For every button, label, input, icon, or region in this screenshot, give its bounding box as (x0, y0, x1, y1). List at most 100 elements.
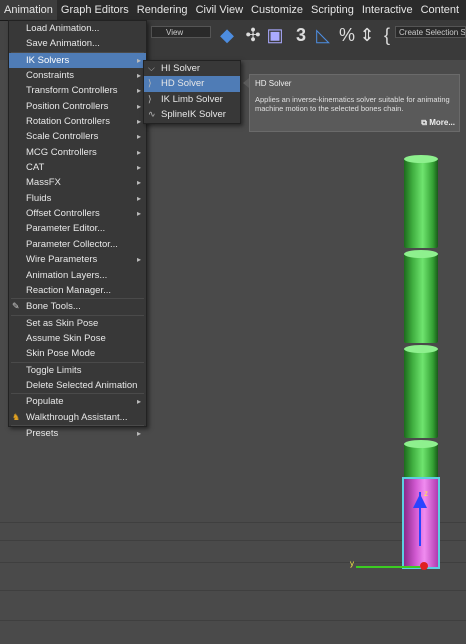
menu-item-label: Offset Controllers (26, 208, 100, 220)
menu-item-set-as-skin-pose[interactable]: Set as Skin Pose (9, 316, 146, 331)
menu-item-label: Toggle Limits (26, 364, 82, 376)
submenu-arrow-icon: ▸ (136, 117, 141, 127)
bone-segment[interactable] (404, 155, 438, 248)
menubar-item-civil-view[interactable]: Civil View (192, 0, 247, 20)
percent-snap-icon[interactable]: % (337, 25, 357, 45)
menu-item-label: MCG Controllers (26, 146, 97, 158)
grid-line (0, 590, 466, 591)
submenu-item-splineik-solver[interactable]: ∿ SplineIK Solver (144, 107, 240, 122)
grid-line (0, 620, 466, 621)
menu-item-label: Presets (26, 427, 59, 439)
gizmo-y-axis[interactable] (356, 566, 420, 568)
pivot-icon[interactable]: ✣ (243, 25, 263, 45)
menubar-item-animation[interactable]: Animation (0, 0, 57, 20)
submenu-arrow-icon: ▸ (136, 132, 141, 142)
menu-item-scale-controllers[interactable]: Scale Controllers ▸ (9, 129, 146, 144)
menu-item-ik-solvers[interactable]: IK Solvers ▸ (9, 52, 146, 69)
submenu-item-hd-solver[interactable]: ⟩ HD Solver (144, 76, 240, 92)
menubar-item-customize[interactable]: Customize (247, 0, 307, 20)
menu-item-label: Scale Controllers (26, 131, 99, 143)
bone-segment[interactable] (404, 250, 438, 343)
submenu-item-label: HD Solver (161, 78, 205, 90)
view-dropdown[interactable]: View (151, 26, 211, 38)
menu-item-animation-layers[interactable]: Animation Layers... (9, 268, 146, 283)
create-selection-set-field[interactable]: Create Selection Set (395, 26, 466, 38)
submenu-arrow-icon: ▸ (136, 178, 141, 188)
ik-limb-icon: ⟩ (148, 93, 152, 104)
menu-item-walkthrough-assistant[interactable]: ♞ Walkthrough Assistant... (9, 410, 146, 425)
menu-item-cat[interactable]: CAT ▸ (9, 160, 146, 175)
bone-segment[interactable] (404, 345, 438, 438)
spline-ik-icon: ∿ (148, 109, 156, 120)
menu-item-position-controllers[interactable]: Position Controllers ▸ (9, 99, 146, 114)
grid-line (0, 540, 466, 541)
main-menubar: Animation Graph Editors Rendering Civil Vie… (0, 0, 466, 21)
menu-item-label: Populate (26, 396, 64, 408)
tooltip-title: HD Solver (255, 79, 292, 88)
menu-item-populate[interactable]: Populate ▸ (9, 394, 146, 409)
walkthrough-icon: ♞ (12, 411, 21, 422)
submenu-arrow-icon: ▸ (136, 55, 141, 65)
menu-item-load-animation[interactable]: Load Animation... (9, 21, 146, 36)
menu-item-massfx[interactable]: MassFX ▸ (9, 175, 146, 190)
menubar-item-rendering[interactable]: Rendering (133, 0, 192, 20)
menu-item-reaction-manager[interactable]: Reaction Manager... (9, 283, 146, 298)
menubar-item-graph-editors[interactable]: Graph Editors (57, 0, 133, 20)
spinner-snap-icon[interactable]: ⇕ (357, 25, 377, 45)
select-filter-icon[interactable]: ◆ (217, 25, 237, 45)
menu-item-label: Skin Pose Mode (26, 348, 96, 360)
gizmo-pivot-icon[interactable] (420, 562, 428, 570)
menu-item-assume-skin-pose[interactable]: Assume Skin Pose (9, 331, 146, 346)
menu-item-delete-selected-animation[interactable]: Delete Selected Animation (9, 378, 146, 393)
angle-snap-icon[interactable]: ◺ (313, 25, 333, 45)
submenu-arrow-icon: ▸ (136, 101, 141, 111)
menu-item-label: Parameter Collector... (26, 238, 118, 250)
edit-named-selection-icon[interactable]: { (377, 25, 397, 45)
menu-item-rotation-controllers[interactable]: Rotation Controllers ▸ (9, 114, 146, 129)
select-manipulate-icon[interactable]: ▣ (265, 25, 285, 45)
menu-item-label: Position Controllers (26, 100, 109, 112)
menu-item-constraints[interactable]: Constraints ▸ (9, 68, 146, 83)
menu-item-label: Wire Parameters (26, 254, 98, 266)
menu-item-parameter-collector[interactable]: Parameter Collector... (9, 237, 146, 252)
menubar-item-content[interactable]: Content (417, 0, 464, 20)
menu-item-label: IK Solvers (26, 54, 70, 66)
menu-item-bone-tools[interactable]: ✎ Bone Tools... (9, 299, 146, 314)
menu-item-save-animation[interactable]: Save Animation... (9, 36, 146, 51)
animation-menu-dropdown: Load Animation... Save Animation... IK Sol… (8, 20, 147, 439)
menu-item-offset-controllers[interactable]: Offset Controllers ▸ (9, 206, 146, 221)
menu-item-label: Load Animation... (26, 23, 100, 34)
tooltip-more-link[interactable]: ⧉ More... (421, 118, 455, 128)
menu-item-wire-parameters[interactable]: Wire Parameters ▸ (9, 252, 146, 267)
hd-solver-tooltip: HD Solver Applies an inverse-kinematics … (249, 74, 460, 132)
submenu-arrow-icon: ▸ (136, 209, 141, 219)
menu-item-skin-pose-mode[interactable]: Skin Pose Mode (9, 346, 146, 361)
menu-item-label: Constraints (26, 70, 75, 82)
menu-item-presets[interactable]: Presets ▸ (9, 426, 146, 441)
menu-item-label: Assume Skin Pose (26, 332, 106, 344)
submenu-item-hi-solver[interactable]: ⌵ HI Solver (144, 61, 240, 76)
submenu-arrow-icon: ▸ (136, 71, 141, 81)
snaps-toggle-icon[interactable]: 3 (291, 25, 311, 45)
menu-item-parameter-editor[interactable]: Parameter Editor... (9, 221, 146, 236)
submenu-arrow-icon: ▸ (136, 428, 141, 438)
selected-bone[interactable] (402, 477, 440, 569)
tooltip-more-label: More... (429, 118, 455, 127)
menu-item-fluids[interactable]: Fluids ▸ (9, 191, 146, 206)
menu-item-label: Reaction Manager... (26, 284, 112, 296)
menu-item-mcg-controllers[interactable]: MCG Controllers ▸ (9, 145, 146, 160)
grid-line (0, 522, 466, 523)
tooltip-description: Applies an inverse-kinematics solver sui… (255, 95, 450, 113)
menu-item-toggle-limits[interactable]: Toggle Limits (9, 363, 146, 378)
menubar-item-interactive[interactable]: Interactive (358, 0, 417, 20)
submenu-arrow-icon: ▸ (136, 163, 141, 173)
submenu-arrow-icon: ▸ (136, 255, 141, 265)
hi-solver-icon: ⌵ (148, 63, 155, 73)
menu-item-label: Rotation Controllers (26, 116, 110, 128)
menu-item-transform-controllers[interactable]: Transform Controllers ▸ (9, 83, 146, 98)
submenu-item-ik-limb-solver[interactable]: ⟩ IK Limb Solver (144, 92, 240, 107)
menu-item-label: Set as Skin Pose (26, 317, 99, 329)
submenu-arrow-icon: ▸ (136, 397, 141, 407)
grid-line (0, 562, 466, 563)
menubar-item-scripting[interactable]: Scripting (307, 0, 358, 20)
